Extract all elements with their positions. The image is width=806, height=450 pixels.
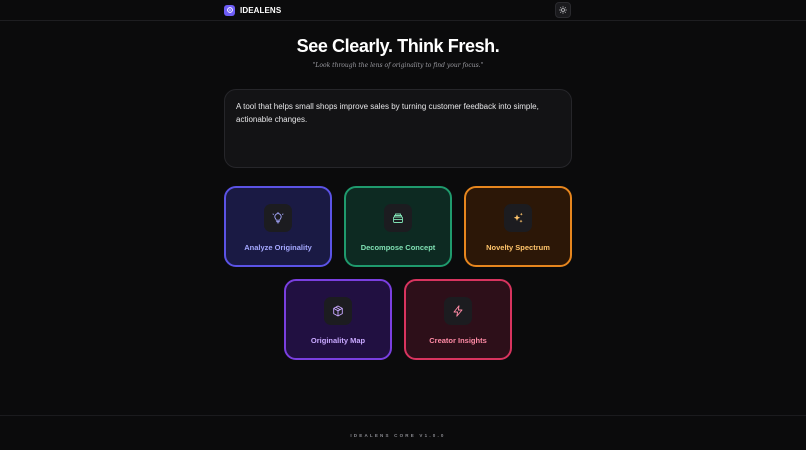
- novelty-spectrum-button[interactable]: Novelty Spectrum: [464, 186, 572, 267]
- action-label: Decompose Concept: [360, 243, 436, 252]
- action-label: Analyze Originality: [244, 243, 312, 252]
- analyze-originality-button[interactable]: Analyze Originality: [224, 186, 332, 267]
- lightning-icon: [444, 297, 472, 325]
- lens-icon: [224, 4, 235, 16]
- idea-input[interactable]: A tool that helps small shops improve sa…: [224, 89, 572, 168]
- cube-icon: [324, 297, 352, 325]
- sun-icon: [559, 6, 567, 14]
- tagline-quote: "Look through the lens of originality to…: [312, 62, 484, 69]
- sparkles-icon: [504, 204, 532, 232]
- theme-toggle-button[interactable]: [555, 2, 571, 18]
- version-text: IDEALENS CORE V1.0.0: [350, 433, 446, 438]
- action-label: Creator Insights: [429, 336, 487, 345]
- layers-icon: [384, 204, 412, 232]
- page-title: See Clearly. Think Fresh.: [296, 36, 500, 56]
- lightbulb-icon: [264, 204, 292, 232]
- action-label: Originality Map: [310, 336, 366, 345]
- originality-map-button[interactable]: Originality Map: [284, 279, 392, 360]
- app-name: IDEALENS: [240, 5, 282, 15]
- brand[interactable]: IDEALENS: [224, 3, 281, 17]
- creator-insights-button[interactable]: Creator Insights: [404, 279, 512, 360]
- action-label: Novelty Spectrum: [486, 243, 550, 252]
- top-bar: IDEALENS: [0, 0, 806, 21]
- decompose-concept-button[interactable]: Decompose Concept: [344, 186, 452, 267]
